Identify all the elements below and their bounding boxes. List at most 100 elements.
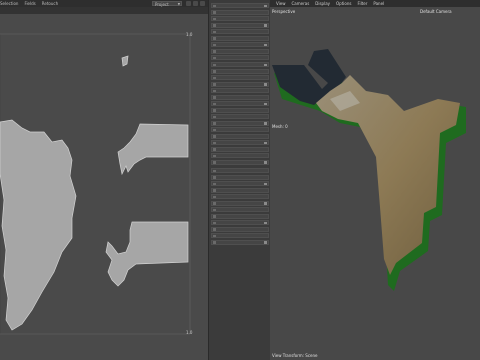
- vp-menu-filter[interactable]: Filter: [357, 1, 367, 6]
- visibility-icon[interactable]: [264, 4, 267, 7]
- viewport-menubar: View Cameras Display Options Filter Pane…: [270, 0, 480, 7]
- layer-icon: [213, 96, 216, 99]
- layer-row[interactable]: [211, 133, 269, 139]
- uv-canvas[interactable]: 1.0 1.0: [0, 14, 208, 360]
- layer-row[interactable]: [211, 207, 269, 212]
- layer-icon: [213, 11, 216, 14]
- layer-icon: [213, 109, 216, 112]
- layer-icon: [213, 189, 216, 192]
- layer-row[interactable]: [211, 168, 269, 173]
- layer-row[interactable]: [211, 35, 269, 41]
- uv-island-small: [121, 55, 129, 67]
- uv-islands-drawing: [0, 33, 191, 335]
- layer-row[interactable]: [211, 42, 269, 47]
- viewport-transform-label: View Transform: Scene: [272, 353, 318, 358]
- layer-icon: [213, 182, 216, 185]
- layer-icon: [213, 89, 216, 92]
- viewport-camera-label[interactable]: Default Camera: [420, 9, 452, 14]
- uv-island-main: [0, 119, 77, 331]
- visibility-icon[interactable]: [264, 161, 267, 164]
- layer-row[interactable]: [211, 75, 269, 80]
- layer-row[interactable]: [211, 81, 269, 87]
- layer-row[interactable]: [211, 120, 269, 126]
- layer-icon: [213, 37, 216, 40]
- uv-menu-selection[interactable]: Selection: [0, 1, 18, 6]
- layer-row[interactable]: [211, 159, 269, 165]
- uv-preset-dropdown[interactable]: Project ▼: [152, 1, 182, 7]
- layer-icon: [213, 215, 216, 218]
- layer-icon: [213, 234, 216, 237]
- visibility-icon[interactable]: [264, 83, 267, 86]
- terrain-mesh-drawing: [272, 49, 466, 291]
- uv-menu-fields[interactable]: Fields: [24, 1, 35, 6]
- layers-panel: [208, 0, 272, 360]
- layer-row[interactable]: [211, 200, 269, 206]
- layer-icon: [213, 169, 216, 172]
- vp-menu-cameras[interactable]: Cameras: [292, 1, 310, 6]
- uv-corner-top-label: 1.0: [186, 32, 193, 37]
- layer-row[interactable]: [211, 153, 269, 158]
- layer-row[interactable]: [211, 94, 269, 100]
- layer-row[interactable]: [211, 174, 269, 180]
- layer-icon: [213, 161, 216, 164]
- layer-row[interactable]: [211, 55, 269, 60]
- layer-row[interactable]: [211, 194, 269, 199]
- layer-row[interactable]: [211, 213, 269, 219]
- uv-island-top-right: [117, 123, 189, 176]
- vp-menu-options[interactable]: Options: [336, 1, 351, 6]
- layer-row[interactable]: [211, 220, 269, 225]
- layer-row[interactable]: [211, 107, 269, 113]
- visibility-icon[interactable]: [264, 221, 267, 224]
- layer-row[interactable]: [211, 3, 269, 8]
- layer-row[interactable]: [211, 101, 269, 106]
- vp-menu-panel[interactable]: Panel: [373, 1, 384, 6]
- layer-row[interactable]: [211, 22, 269, 28]
- layer-icon: [213, 4, 216, 7]
- vp-menu-view[interactable]: View: [276, 1, 286, 6]
- layer-row[interactable]: [211, 16, 269, 21]
- layer-icon: [213, 24, 216, 27]
- layer-row[interactable]: [211, 68, 269, 74]
- layer-row[interactable]: [211, 127, 269, 132]
- visibility-icon[interactable]: [264, 24, 267, 27]
- visibility-icon[interactable]: [264, 141, 267, 144]
- visibility-icon[interactable]: [264, 63, 267, 66]
- layer-row[interactable]: [211, 114, 269, 119]
- layer-icon: [213, 56, 216, 59]
- layer-row[interactable]: [211, 29, 269, 34]
- uv-menu-retouch[interactable]: Retouch: [42, 1, 58, 6]
- visibility-icon[interactable]: [264, 241, 267, 244]
- layer-icon: [213, 135, 216, 138]
- uv-menubar: Selection Fields Retouch Project ▼: [0, 0, 210, 7]
- visibility-icon[interactable]: [264, 43, 267, 46]
- layer-icon: [213, 50, 216, 53]
- tool-icon[interactable]: [186, 1, 191, 6]
- tool-icon[interactable]: [200, 1, 205, 6]
- vp-menu-display[interactable]: Display: [315, 1, 330, 6]
- layer-row[interactable]: [211, 140, 269, 145]
- visibility-icon[interactable]: [264, 102, 267, 105]
- layer-icon: [213, 195, 216, 198]
- layer-icon: [213, 154, 216, 157]
- layer-icon: [213, 208, 216, 211]
- layer-row[interactable]: [211, 9, 269, 15]
- layer-row[interactable]: [211, 62, 269, 67]
- layer-row[interactable]: [211, 226, 269, 232]
- layer-row[interactable]: [211, 181, 269, 186]
- layer-icon: [213, 63, 216, 66]
- visibility-icon[interactable]: [264, 202, 267, 205]
- visibility-icon[interactable]: [264, 182, 267, 185]
- layer-row[interactable]: [211, 239, 269, 245]
- layer-row[interactable]: [211, 88, 269, 93]
- layer-row[interactable]: [211, 233, 269, 238]
- tool-icon[interactable]: [193, 1, 198, 6]
- layer-row[interactable]: [211, 187, 269, 193]
- visibility-icon[interactable]: [264, 122, 267, 125]
- layer-row[interactable]: [211, 48, 269, 54]
- layer-icon: [213, 70, 216, 73]
- layer-icon: [213, 17, 216, 20]
- layer-row[interactable]: [211, 146, 269, 152]
- uv-toolbar: [0, 7, 210, 14]
- viewport-canvas[interactable]: Perspective Default Camera Mesh: 0 View …: [270, 7, 480, 360]
- layer-icon: [213, 228, 216, 231]
